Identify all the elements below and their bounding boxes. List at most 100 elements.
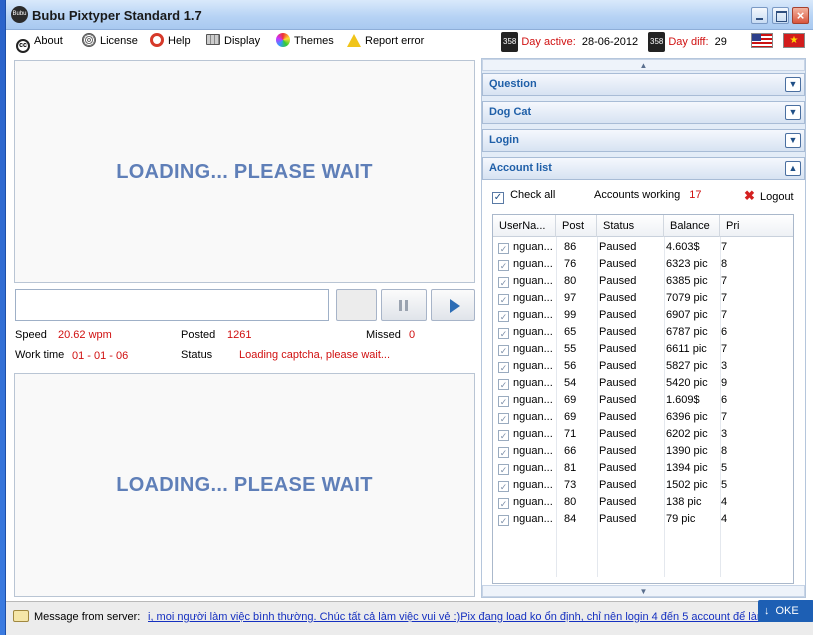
cell-post: 55 [564, 343, 577, 355]
play-button[interactable] [431, 289, 475, 321]
row-checkbox[interactable]: ✓ [498, 256, 512, 273]
row-checkbox[interactable]: ✓ [498, 477, 512, 494]
accounts-table[interactable]: UserNa... Post Status Balance Pri ✓ nguan… [492, 214, 794, 584]
row-checkbox[interactable]: ✓ [498, 307, 512, 324]
column-header-pri[interactable]: Pri [720, 215, 770, 237]
menu-report-error[interactable]: Report error [347, 32, 424, 50]
english-flag-icon[interactable] [751, 33, 773, 48]
server-message-label: Message from server: [34, 611, 141, 623]
cell-user: nguan... [513, 445, 553, 457]
cell-balance: 138 pic [666, 496, 702, 508]
chevron-down-icon[interactable]: ▼ [785, 105, 801, 120]
cell-post: 73 [564, 479, 577, 491]
close-button[interactable]: × [792, 7, 809, 24]
menu-help[interactable]: Help [150, 32, 191, 50]
palette-icon [276, 33, 290, 47]
group-account-list[interactable]: Account list ▲ [482, 157, 805, 180]
cell-balance: 6907 pic [666, 309, 708, 321]
cell-pri: 3 [721, 360, 728, 372]
table-row[interactable]: ✓ nguan... 73 Paused 1502 pic 5 [493, 477, 793, 494]
pause-button[interactable] [381, 289, 427, 321]
menu-themes[interactable]: Themes [276, 32, 334, 50]
chevron-down-icon[interactable]: ▼ [785, 77, 801, 92]
menu-display[interactable]: Display [206, 32, 260, 50]
table-row[interactable]: ✓ nguan... 55 Paused 6611 pic 7 [493, 341, 793, 358]
app-window: Bubu Bubu Pixtyper Standard 1.7 × cc Abou… [5, 0, 813, 635]
cell-post: 56 [564, 360, 577, 372]
table-row[interactable]: ✓ nguan... 84 Paused 79 pic 4 [493, 511, 793, 528]
chevron-down-icon[interactable]: ▼ [785, 133, 801, 148]
scroll-up-button[interactable]: ▲ [482, 59, 805, 71]
table-row[interactable]: ✓ nguan... 65 Paused 6787 pic 6 [493, 324, 793, 341]
chevron-up-icon[interactable]: ▲ [785, 161, 801, 176]
row-checkbox[interactable]: ✓ [498, 409, 512, 426]
row-checkbox[interactable]: ✓ [498, 511, 512, 528]
cell-status: Paused [599, 343, 637, 355]
blank-button[interactable] [336, 289, 377, 321]
row-checkbox[interactable]: ✓ [498, 392, 512, 409]
scroll-down-button[interactable]: ▼ [482, 585, 805, 597]
cell-post: 97 [564, 292, 577, 304]
message-icon [13, 610, 29, 622]
row-checkbox[interactable]: ✓ [498, 324, 512, 341]
cell-post: 84 [564, 513, 577, 525]
day-active-label: Day active: [521, 36, 576, 48]
display-icon [206, 34, 220, 45]
table-row[interactable]: ✓ nguan... 86 Paused 4.603$ 7 [493, 239, 793, 256]
menu-license[interactable]: License [82, 32, 138, 50]
maximize-button[interactable] [772, 7, 789, 24]
column-header-status[interactable]: Status [597, 215, 664, 237]
row-checkbox[interactable]: ✓ [498, 443, 512, 460]
table-row[interactable]: ✓ nguan... 54 Paused 5420 pic 9 [493, 375, 793, 392]
table-row[interactable]: ✓ nguan... 71 Paused 6202 pic 3 [493, 426, 793, 443]
row-checkbox[interactable]: ✓ [498, 494, 512, 511]
cell-pri: 6 [721, 326, 728, 338]
minimize-button[interactable] [751, 7, 768, 24]
row-checkbox[interactable]: ✓ [498, 460, 512, 477]
captcha-answer-input[interactable] [15, 289, 329, 321]
column-header-post[interactable]: Post [556, 215, 597, 237]
table-row[interactable]: ✓ nguan... 69 Paused 6396 pic 7 [493, 409, 793, 426]
logout-button[interactable]: ✖ Logout [744, 188, 794, 204]
row-checkbox[interactable]: ✓ [498, 341, 512, 358]
column-header-balance[interactable]: Balance [664, 215, 720, 237]
table-row[interactable]: ✓ nguan... 99 Paused 6907 pic 7 [493, 307, 793, 324]
table-row[interactable]: ✓ nguan... 80 Paused 138 pic 4 [493, 494, 793, 511]
cell-balance: 6787 pic [666, 326, 708, 338]
cell-user: nguan... [513, 275, 553, 287]
cell-user: nguan... [513, 394, 553, 406]
cell-post: 65 [564, 326, 577, 338]
row-checkbox[interactable]: ✓ [498, 239, 512, 256]
speed-value: 20.62 wpm [58, 329, 112, 341]
cell-post: 81 [564, 462, 577, 474]
column-header-username[interactable]: UserNa... [493, 215, 556, 237]
group-question[interactable]: Question ▼ [482, 73, 805, 96]
table-row[interactable]: ✓ nguan... 81 Paused 1394 pic 5 [493, 460, 793, 477]
table-row[interactable]: ✓ nguan... 69 Paused 1.609$ 6 [493, 392, 793, 409]
group-account-list-title: Account list [489, 162, 552, 174]
row-checkbox[interactable]: ✓ [498, 273, 512, 290]
cell-balance: 79 pic [666, 513, 696, 525]
server-message-ticker[interactable]: i, moi người làm việc bình thường. Chúc … [148, 611, 760, 623]
table-row[interactable]: ✓ nguan... 56 Paused 5827 pic 3 [493, 358, 793, 375]
group-dog-cat[interactable]: Dog Cat ▼ [482, 101, 805, 124]
row-checkbox[interactable]: ✓ [498, 290, 512, 307]
check-all[interactable]: ✓ Check all [492, 189, 555, 204]
menu-about-label: About [34, 35, 63, 47]
table-row[interactable]: ✓ nguan... 76 Paused 6323 pic 8 [493, 256, 793, 273]
row-checkbox[interactable]: ✓ [498, 375, 512, 392]
ok-button[interactable]: ↓ OKE [758, 600, 813, 622]
title-bar[interactable]: Bubu Bubu Pixtyper Standard 1.7 × [6, 0, 813, 30]
menu-about[interactable]: cc About [16, 32, 63, 53]
row-checkbox[interactable]: ✓ [498, 426, 512, 443]
cell-pri: 4 [721, 513, 728, 525]
close-icon: ✖ [744, 188, 755, 203]
table-row[interactable]: ✓ nguan... 97 Paused 7079 pic 7 [493, 290, 793, 307]
table-row[interactable]: ✓ nguan... 66 Paused 1390 pic 8 [493, 443, 793, 460]
cell-balance: 1502 pic [666, 479, 708, 491]
table-row[interactable]: ✓ nguan... 80 Paused 6385 pic 7 [493, 273, 793, 290]
row-checkbox[interactable]: ✓ [498, 358, 512, 375]
check-all-checkbox[interactable]: ✓ [492, 192, 504, 204]
vietnam-flag-icon[interactable]: ★ [783, 33, 805, 48]
group-login[interactable]: Login ▼ [482, 129, 805, 152]
